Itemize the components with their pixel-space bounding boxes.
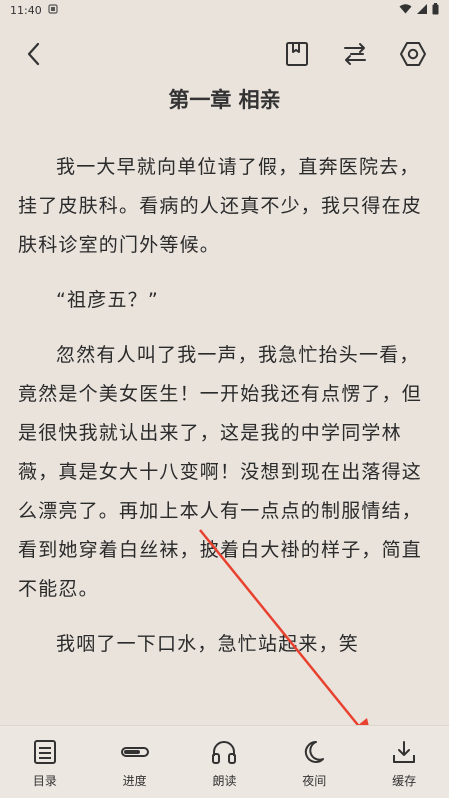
switch-source-button[interactable]	[339, 40, 371, 72]
nav-label: 进度	[122, 774, 147, 788]
chapter-title: 第一章 相亲	[168, 88, 281, 112]
moon-icon	[302, 738, 326, 766]
nav-read-aloud[interactable]: 朗读	[189, 738, 259, 789]
nav-label: 目录	[32, 774, 57, 788]
headphones-icon	[211, 738, 237, 766]
paragraph: “祖彦五？”	[56, 289, 159, 311]
bookmark-icon	[285, 41, 309, 71]
wifi-icon	[399, 3, 412, 17]
nav-cache[interactable]: 缓存	[369, 738, 439, 789]
notification-icon	[48, 3, 58, 17]
settings-icon	[399, 40, 427, 72]
paragraph: 我一大早就向单位请了假，直奔医院去，挂了皮肤科。看病的人还真不少，我只得在皮肤科…	[18, 156, 423, 256]
paragraph: 忽然有人叫了我一声，我急忙抬头一看，竟然是个美女医生！一开始我还有点愣了，但是很…	[18, 344, 423, 600]
reader-toolbar	[0, 28, 449, 84]
battery-icon	[432, 2, 439, 18]
settings-button[interactable]	[397, 40, 429, 72]
catalog-icon	[33, 738, 57, 766]
nav-catalog[interactable]: 目录	[10, 738, 80, 789]
nav-progress[interactable]: 进度	[100, 738, 170, 789]
chapter-content: 我一大早就向单位请了假，直奔医院去，挂了皮肤科。看病的人还真不少，我只得在皮肤科…	[18, 148, 436, 680]
bottom-nav: 目录 进度 朗读 夜间 缓存	[0, 725, 449, 798]
bookmark-button[interactable]	[281, 40, 313, 72]
nav-label: 夜间	[302, 774, 327, 788]
status-bar: 11:40	[0, 0, 449, 20]
switch-source-icon	[342, 41, 368, 71]
signal-icon	[417, 3, 427, 17]
back-arrow-icon	[23, 41, 45, 71]
status-right	[399, 2, 439, 18]
nav-night-mode[interactable]: 夜间	[279, 738, 349, 789]
nav-label: 缓存	[392, 774, 417, 788]
status-time: 11:40	[10, 3, 42, 17]
status-left: 11:40	[10, 4, 58, 17]
progress-icon	[120, 738, 149, 766]
download-icon	[391, 738, 417, 766]
back-button[interactable]	[18, 40, 50, 72]
paragraph: 我咽了一下口水，急忙站起来，笑	[56, 633, 360, 655]
nav-label: 朗读	[212, 774, 237, 788]
